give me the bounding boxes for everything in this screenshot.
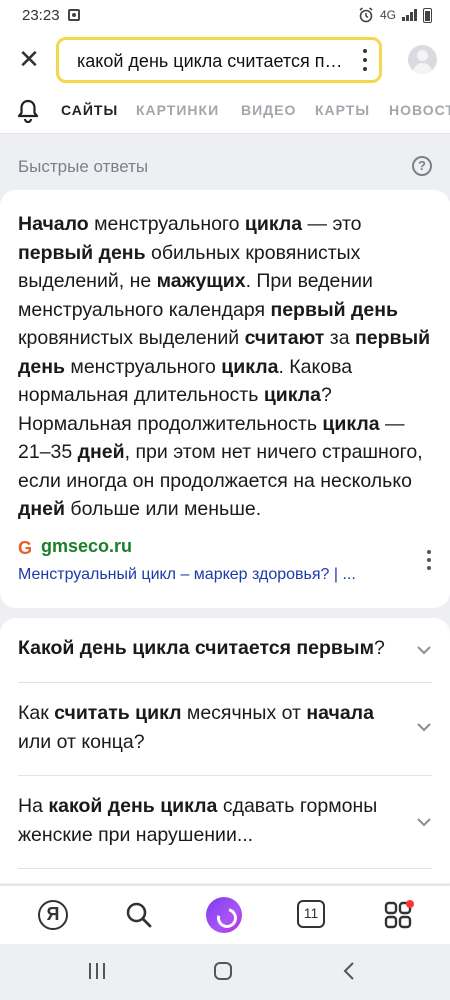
- faq-item[interactable]: На какой день цикла сдавать гормоны женс…: [18, 792, 432, 852]
- alice-assistant-icon[interactable]: [206, 897, 242, 933]
- faq-question-segment: или от конца?: [18, 730, 145, 753]
- search-header: ✕ какой день цикла считается первым: [0, 30, 450, 88]
- faq-question-segment: считать цикл: [54, 702, 182, 724]
- search-icon[interactable]: [124, 900, 154, 930]
- back-icon[interactable]: [342, 962, 356, 980]
- answer-card: Начало менструального цикла — это первый…: [0, 190, 450, 608]
- faq-item[interactable]: Как считать цикл месячных от начала или …: [18, 699, 432, 759]
- tab-video[interactable]: ВИДЕО: [241, 102, 296, 118]
- faq-question-segment: начала: [306, 702, 374, 724]
- answer-text-segment: дней: [77, 441, 125, 463]
- answer-text-segment: цикла: [221, 355, 279, 378]
- answer-text-segment: цикла: [322, 412, 380, 435]
- faq-question[interactable]: На какой день цикла сдавать гормоны женс…: [18, 792, 398, 849]
- more-options-icon[interactable]: [426, 550, 432, 570]
- answer-text-segment: Начало: [18, 213, 89, 235]
- faq-question[interactable]: Как считать цикл месячных от начала или …: [18, 699, 398, 756]
- tab-maps[interactable]: КАРТЫ: [315, 102, 370, 118]
- tab-sites[interactable]: САЙТЫ: [61, 102, 118, 118]
- faq-question-segment: На: [18, 795, 49, 817]
- search-query[interactable]: какой день цикла считается первым: [77, 51, 347, 72]
- status-time: 23:23: [22, 6, 60, 24]
- alarm-icon: [359, 7, 373, 23]
- answer-text-segment: менструального: [88, 213, 245, 235]
- tab-images[interactable]: КАРТИНКИ: [136, 102, 219, 118]
- search-tabs: САЙТЫ КАРТИНКИ ВИДЕО КАРТЫ НОВОСТИ: [0, 88, 450, 134]
- tabs-count-button[interactable]: 11: [297, 900, 325, 928]
- answer-text-segment: дней: [18, 498, 65, 520]
- screenshot-notification-icon: [67, 9, 80, 21]
- close-icon[interactable]: ✕: [14, 44, 44, 74]
- faq-question-segment: какой день цикла: [48, 795, 218, 817]
- answer-text-segment: первый день: [270, 298, 399, 321]
- divider: [18, 775, 432, 776]
- quick-answers-title: Быстрые ответы: [18, 157, 149, 176]
- answer-text-segment: менструального: [65, 355, 222, 378]
- answer-text-segment: — это: [302, 213, 362, 235]
- divider: [18, 682, 432, 683]
- yandex-home-icon[interactable]: Я: [38, 900, 68, 930]
- signal-icon: [402, 9, 417, 21]
- battery-icon: [423, 7, 432, 23]
- faq-question-segment: месячных от: [181, 702, 307, 724]
- system-nav-bar: [0, 944, 450, 1000]
- home-icon[interactable]: [213, 962, 233, 980]
- chevron-down-icon[interactable]: [416, 719, 432, 735]
- answer-text-segment: цикла: [244, 213, 303, 235]
- answer-text-segment: цикла: [263, 384, 322, 406]
- faq-question[interactable]: Какой день цикла считается первым?: [18, 634, 398, 663]
- related-questions: Какой день цикла считается первым? Как с…: [0, 618, 450, 883]
- chevron-down-icon[interactable]: [416, 814, 432, 830]
- answer-text-segment: считают: [244, 327, 325, 349]
- answer-text: Начало менструального цикла — это первый…: [18, 210, 438, 524]
- site-favicon-icon: G: [18, 538, 33, 558]
- bottom-nav: Я 11: [0, 886, 450, 944]
- divider: [18, 868, 432, 869]
- answer-text-segment: мажущих: [156, 270, 246, 292]
- status-bar: 23:23 4G: [0, 0, 450, 30]
- search-menu-icon[interactable]: [361, 49, 369, 71]
- bell-icon[interactable]: [17, 99, 39, 123]
- faq-question-segment: Как: [18, 702, 55, 724]
- answer-text-segment: больше или меньше.: [65, 498, 262, 520]
- answer-text-segment: кровянистых выделений: [18, 327, 245, 349]
- answer-text-segment: за: [324, 327, 355, 349]
- faq-question-segment: ?: [374, 637, 385, 659]
- faq-item[interactable]: Какой день цикла считается первым?: [18, 634, 432, 674]
- tab-news[interactable]: НОВОСТИ: [389, 102, 450, 118]
- source-domain[interactable]: gmseco.ru: [41, 536, 132, 557]
- network-type: 4G: [379, 8, 396, 22]
- notification-dot: [406, 900, 414, 908]
- avatar[interactable]: [408, 45, 437, 74]
- help-icon[interactable]: ?: [412, 156, 432, 176]
- search-input[interactable]: какой день цикла считается первым: [56, 37, 382, 83]
- faq-question-segment: Какой день цикла считается первым: [18, 637, 374, 659]
- quick-answers-header: Быстрые ответы ?: [18, 148, 432, 184]
- status-right: 4G: [358, 7, 432, 23]
- source-title[interactable]: Менструальный цикл – маркер здоровья? | …: [18, 566, 416, 584]
- answer-text-segment: первый день: [18, 241, 146, 264]
- recent-apps-icon[interactable]: [87, 962, 107, 980]
- chevron-down-icon[interactable]: [416, 642, 432, 658]
